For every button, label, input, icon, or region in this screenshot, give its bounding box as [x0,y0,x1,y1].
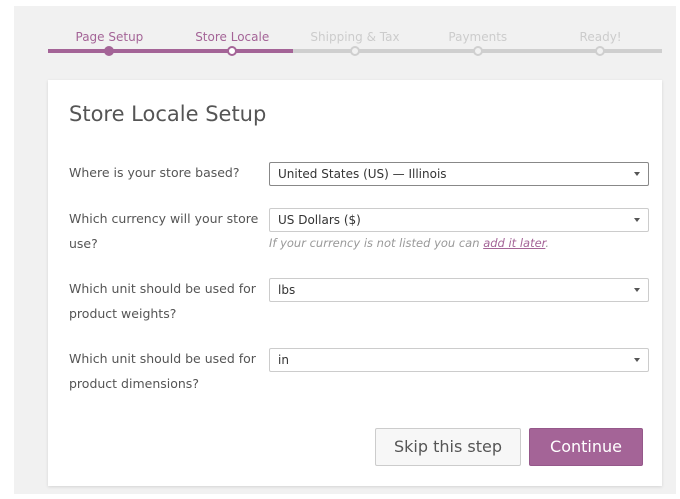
dimension-unit-select[interactable]: in [269,348,649,372]
add-it-later-link[interactable]: add it later [483,236,545,250]
store-based-label: Where is your store based? [69,165,240,180]
currency-label: Which currency will your store use? [69,211,259,251]
locale-setup-card: Store Locale Setup Where is your store b… [48,80,662,486]
step-dot-payments [473,46,483,56]
currency-note: If your currency is not listed you can a… [269,236,549,250]
step-dot-store-locale [227,46,237,56]
progress-steps: Page Setup Store Locale Shipping & Tax P… [48,6,662,66]
page-title: Store Locale Setup [69,102,267,126]
store-location-select[interactable]: United States (US) — Illinois [269,162,649,186]
step-dot-page-setup [104,46,114,56]
step-store-locale: Store Locale [195,30,270,44]
weight-unit-value: lbs [278,283,296,297]
currency-select[interactable]: US Dollars ($) [269,208,649,232]
weight-unit-label: Which unit should be used for product we… [69,281,256,321]
chevron-down-icon [634,172,640,176]
weight-unit-select[interactable]: lbs [269,278,649,302]
dimension-unit-label: Which unit should be used for product di… [69,351,256,391]
step-dot-shipping-tax [350,46,360,56]
skip-step-button[interactable]: Skip this step [375,428,521,466]
chevron-down-icon [634,218,640,222]
step-dot-ready [595,46,605,56]
dimension-unit-value: in [278,353,289,367]
store-location-value: United States (US) — Illinois [278,167,447,181]
currency-note-text: If your currency is not listed you can [269,236,484,250]
step-payments: Payments [448,30,508,44]
chevron-down-icon [634,358,640,362]
step-page-setup: Page Setup [75,30,144,44]
chevron-down-icon [634,288,640,292]
currency-note-end: . [545,236,550,250]
continue-button[interactable]: Continue [529,428,643,466]
step-shipping-tax: Shipping & Tax [310,30,400,44]
step-ready: Ready! [579,30,622,44]
progress-track-complete [48,49,293,53]
currency-value: US Dollars ($) [278,213,361,227]
setup-wizard: Page Setup Store Locale Shipping & Tax P… [14,6,676,494]
